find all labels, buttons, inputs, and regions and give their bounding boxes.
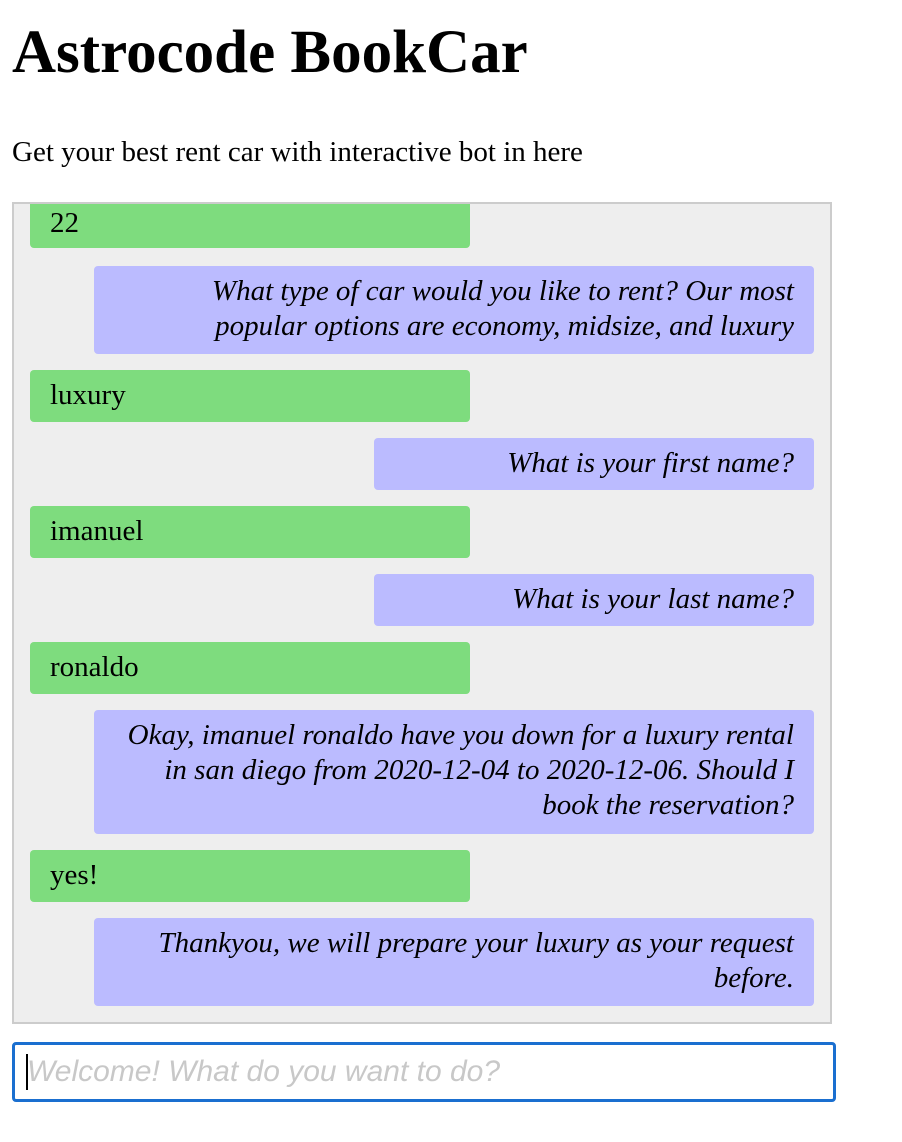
bot-message: What is your first name? (374, 438, 814, 490)
user-message: 22 (30, 204, 470, 248)
text-caret (26, 1054, 28, 1090)
bot-message: What type of car would you like to rent?… (94, 266, 814, 354)
chat-input[interactable] (12, 1042, 836, 1102)
page-title: Astrocode BookCar (12, 19, 528, 86)
conversation-panel[interactable]: 22 What type of car would you like to re… (12, 202, 832, 1024)
user-message: imanuel (30, 506, 470, 558)
bot-message: Thankyou, we will prepare your luxury as… (94, 918, 814, 1006)
user-message: ronaldo (30, 642, 470, 694)
bot-message: What is your last name? (374, 574, 814, 626)
user-message: yes! (30, 850, 470, 902)
page-subtitle: Get your best rent car with interactive … (12, 136, 583, 168)
user-message: luxury (30, 370, 470, 422)
bot-message: Okay, imanuel ronaldo have you down for … (94, 710, 814, 834)
